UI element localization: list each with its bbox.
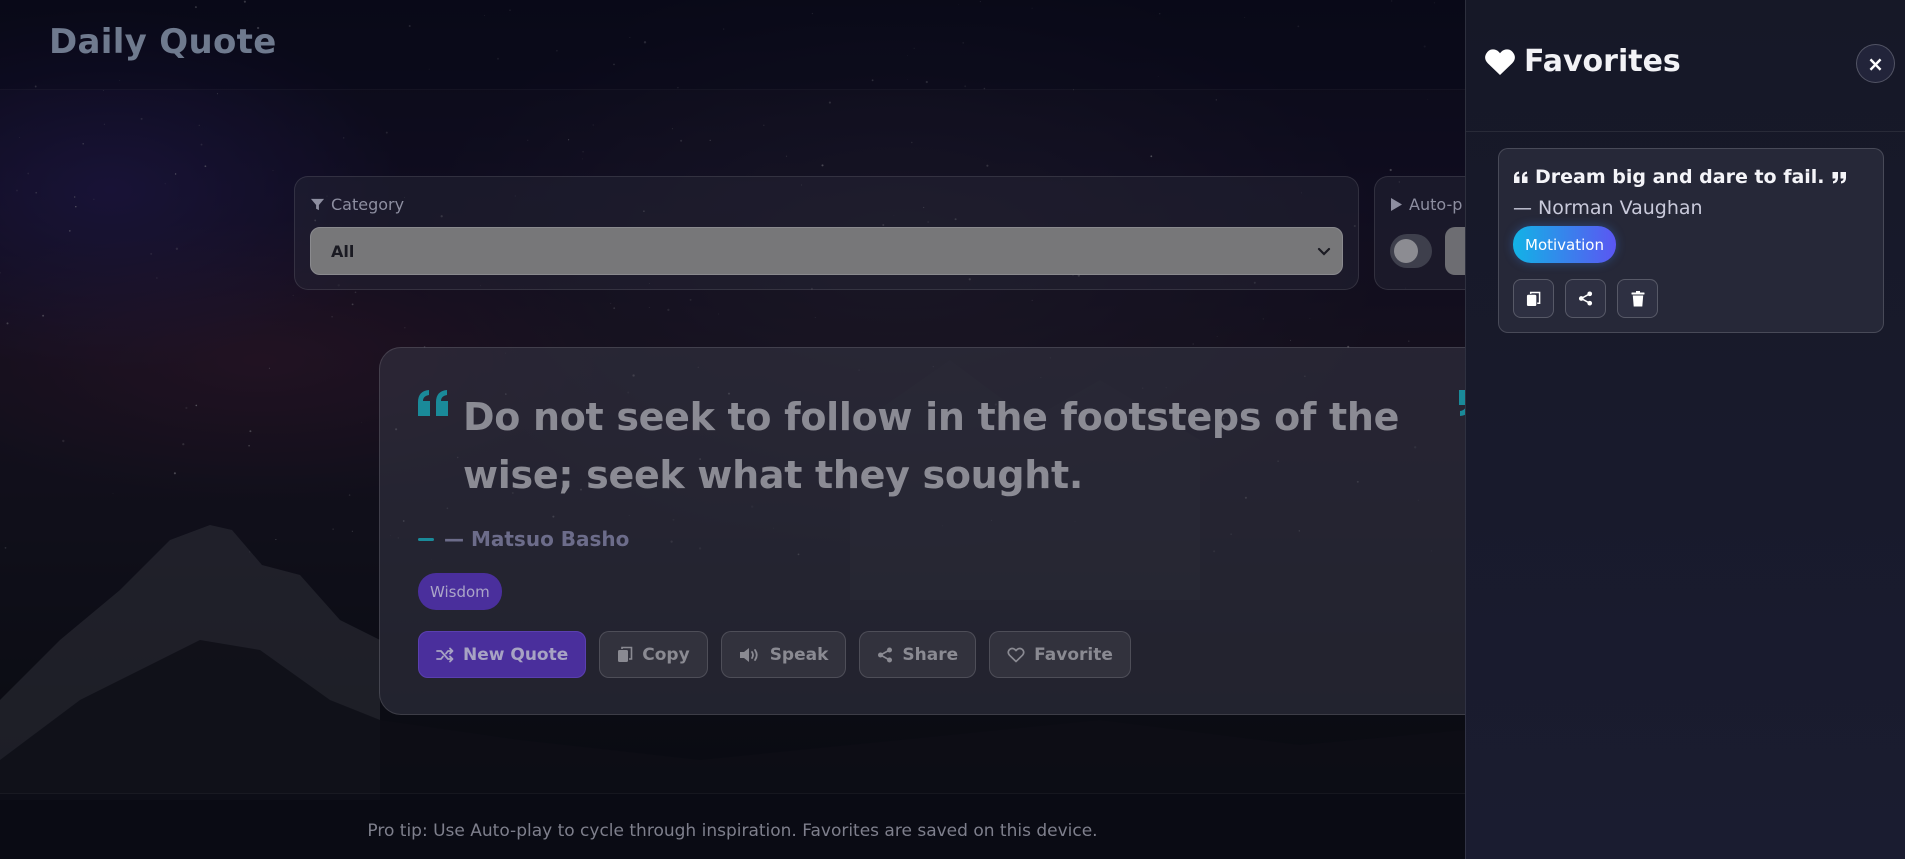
share-icon: [1578, 291, 1593, 306]
new-quote-button[interactable]: New Quote: [418, 631, 587, 678]
quote-open-icon: [418, 390, 448, 416]
category-label-row: Category: [310, 195, 404, 214]
favorite-author: — Norman Vaughan: [1513, 197, 1703, 219]
favorite-quote-text: Dream big and dare to fail.: [1535, 166, 1825, 188]
favorite-delete-button[interactable]: [1617, 279, 1658, 318]
author-dash: [418, 537, 434, 541]
copy-label: Copy: [642, 644, 690, 665]
share-label: Share: [902, 644, 959, 665]
quote-open-icon: [1514, 171, 1528, 183]
autoplay-label: Auto-p: [1409, 195, 1463, 214]
favorite-item: Dream big and dare to fail. — Norman Vau…: [1498, 148, 1884, 333]
favorites-title-row: Favorites: [1484, 44, 1681, 79]
play-icon: [1391, 198, 1402, 211]
footer: Pro tip: Use Auto-play to cycle through …: [0, 793, 1465, 859]
app-header: Daily Quote: [0, 0, 1465, 90]
favorite-label: Favorite: [1034, 644, 1113, 665]
heart-icon: [1485, 48, 1515, 75]
copy-icon: [618, 646, 633, 662]
category-label: Category: [331, 195, 405, 214]
speak-button[interactable]: Speak: [720, 631, 847, 678]
close-favorites-button[interactable]: ×: [1856, 44, 1895, 83]
share-button[interactable]: Share: [859, 631, 977, 678]
favorites-drawer: Favorites × Dream big and dare to fail. …: [1465, 0, 1905, 859]
footer-tip: Pro tip: Use Auto-play to cycle through …: [367, 821, 1098, 841]
heart-outline-icon: [1007, 647, 1025, 662]
trash-icon: [1631, 290, 1644, 306]
quote-card: Do not seek to follow in the footsteps o…: [379, 347, 1509, 715]
share-icon: [878, 647, 893, 662]
chevron-down-icon: [1317, 247, 1331, 256]
quote-text: Do not seek to follow in the footsteps o…: [463, 395, 1400, 497]
speaker-icon: [739, 647, 758, 662]
quote-author: — Matsuo Basho: [418, 527, 629, 551]
favorite-button[interactable]: Favorite: [989, 631, 1131, 678]
quote-close-icon: [1832, 171, 1846, 183]
favorites-title: Favorites: [1524, 44, 1681, 79]
quote-actions: New Quote Copy Speak Share Favorite: [418, 631, 1131, 678]
favorite-actions: [1513, 279, 1658, 318]
category-select-value: All: [331, 241, 355, 261]
autoplay-label-row: Auto-p: [1390, 195, 1462, 214]
category-select[interactable]: All: [310, 227, 1343, 275]
toggle-knob: [1394, 239, 1418, 263]
autoplay-toggle[interactable]: [1390, 234, 1432, 268]
shuffle-icon: [436, 647, 454, 662]
new-quote-label: New Quote: [463, 644, 569, 665]
favorite-copy-button[interactable]: [1513, 279, 1554, 318]
favorite-category-tag: Motivation: [1513, 226, 1616, 263]
favorites-header: Favorites ×: [1466, 0, 1905, 132]
quote-author-name: — Matsuo Basho: [444, 527, 630, 551]
close-icon: ×: [1867, 51, 1884, 76]
filter-icon: [310, 198, 325, 211]
app-title: Daily Quote: [49, 22, 277, 62]
category-panel: Category All: [294, 176, 1359, 290]
speak-label: Speak: [769, 644, 829, 665]
favorite-quote-row: Dream big and dare to fail.: [1513, 166, 1847, 188]
copy-icon: [1526, 291, 1541, 306]
quote-category-tag: Wisdom: [418, 573, 502, 610]
favorite-share-button[interactable]: [1565, 279, 1606, 318]
copy-button[interactable]: Copy: [599, 631, 708, 678]
